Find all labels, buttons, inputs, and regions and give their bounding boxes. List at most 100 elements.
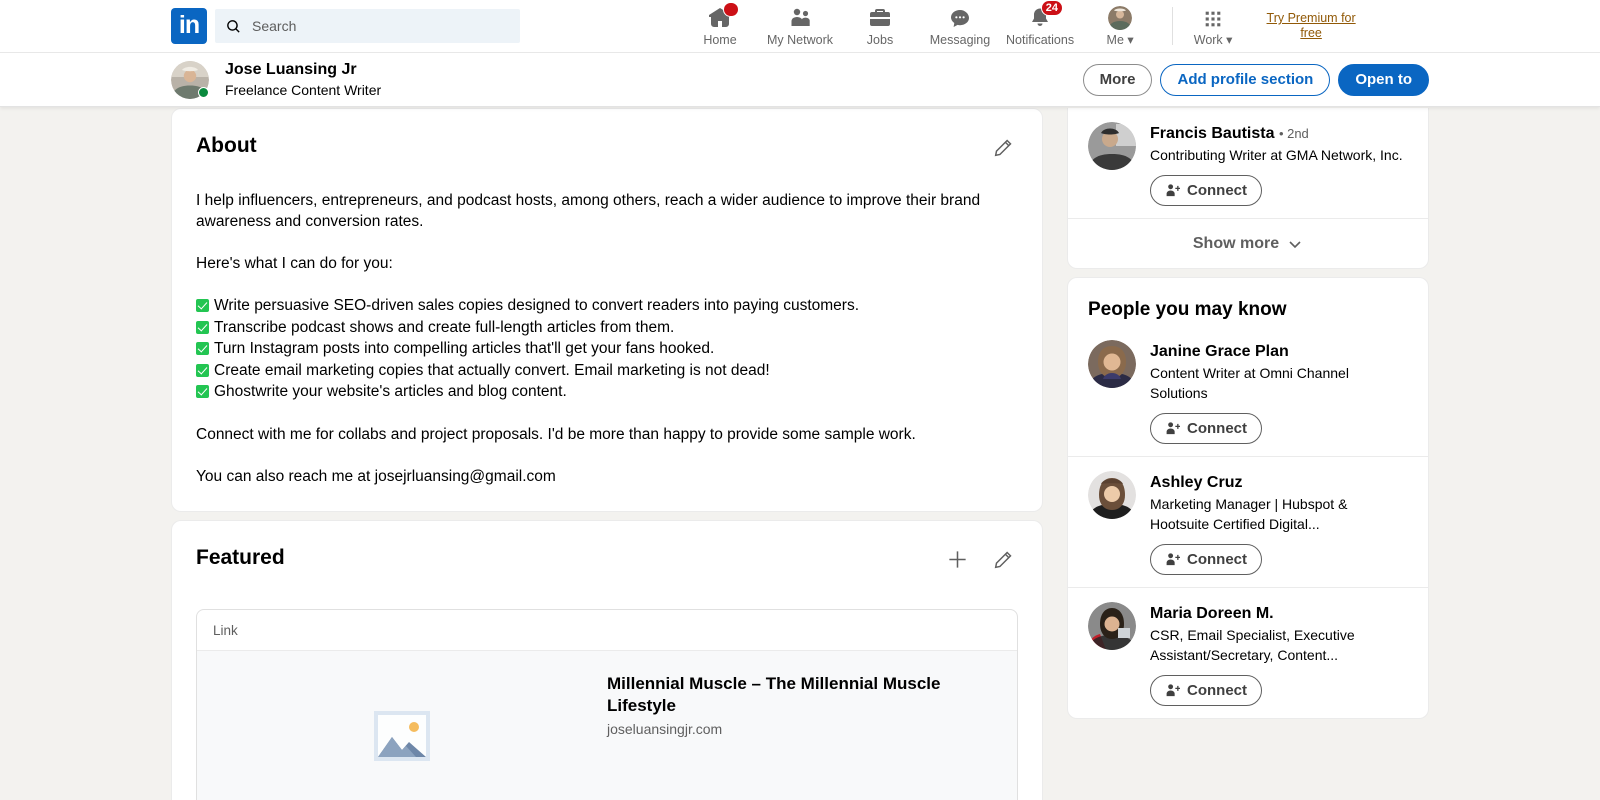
check-mark-icon bbox=[196, 385, 209, 398]
nav-item-me[interactable]: Me ▾ bbox=[1080, 0, 1160, 52]
edit-featured-button[interactable] bbox=[988, 545, 1018, 575]
nav-item-notifications[interactable]: 24 Notifications bbox=[1000, 0, 1080, 52]
about-bullet: Create email marketing copies that actua… bbox=[196, 360, 1018, 382]
profile-headline: Freelance Content Writer bbox=[225, 81, 382, 98]
global-navigation-bar: in Home bbox=[0, 0, 1600, 53]
similar-profiles-card: Francis Bautista • 2nd Contributing Writ… bbox=[1067, 108, 1429, 269]
more-button[interactable]: More bbox=[1082, 63, 1153, 96]
page-content: About I help influencers, entrepreneurs,… bbox=[0, 108, 1600, 800]
about-bullet-text: Create email marketing copies that actua… bbox=[214, 361, 770, 379]
nav-item-my-network[interactable]: My Network bbox=[760, 0, 840, 52]
avatar bbox=[1088, 122, 1136, 170]
nav-item-jobs[interactable]: Jobs bbox=[840, 0, 920, 52]
profile-name: Jose Luansing Jr bbox=[225, 60, 357, 78]
person-name: Ashley Cruz bbox=[1150, 474, 1243, 491]
about-bullet: Turn Instagram posts into compelling art… bbox=[196, 338, 1018, 360]
about-card: About I help influencers, entrepreneurs,… bbox=[171, 108, 1043, 512]
person-headline: Contributing Writer at GMA Network, Inc. bbox=[1150, 147, 1403, 163]
about-title: About bbox=[196, 134, 257, 157]
connect-button[interactable]: Connect bbox=[1150, 175, 1262, 206]
online-status-indicator bbox=[198, 86, 209, 98]
featured-item-url: joseluansingjr.com bbox=[607, 720, 723, 737]
nav-label-work: Work ▾ bbox=[1193, 32, 1233, 47]
search-icon bbox=[225, 18, 242, 35]
connect-label: Connect bbox=[1187, 182, 1247, 199]
open-to-button[interactable]: Open to bbox=[1338, 63, 1429, 96]
featured-title: Featured bbox=[196, 545, 285, 569]
profile-sticky-bar: Jose Luansing Jr Freelance Content Write… bbox=[0, 53, 1600, 107]
nav-item-messaging[interactable]: Messaging bbox=[920, 0, 1000, 52]
check-mark-icon bbox=[196, 299, 209, 312]
connect-label: Connect bbox=[1187, 420, 1247, 437]
person-add-icon bbox=[1165, 421, 1180, 436]
connect-button[interactable]: Connect bbox=[1150, 413, 1262, 444]
nav-items: Home My Network Jobs Messaging 24 Notifi… bbox=[680, 0, 1363, 52]
about-bullet: Ghostwrite your website's articles and b… bbox=[196, 381, 1018, 403]
add-profile-section-button[interactable]: Add profile section bbox=[1160, 63, 1331, 96]
pencil-icon bbox=[992, 137, 1014, 159]
about-paragraph-4: You can also reach me at josejrluansing@… bbox=[196, 467, 556, 485]
messaging-icon bbox=[948, 6, 972, 30]
person-name: Maria Doreen M. bbox=[1150, 605, 1274, 622]
pymk-title: People you may know bbox=[1088, 299, 1287, 320]
list-item[interactable]: Francis Bautista • 2nd Contributing Writ… bbox=[1068, 108, 1428, 218]
grid-icon bbox=[1202, 6, 1224, 30]
list-item[interactable]: Maria Doreen M. CSR, Email Specialist, E… bbox=[1068, 587, 1428, 718]
edit-about-button[interactable] bbox=[988, 133, 1018, 163]
search-box[interactable] bbox=[215, 9, 520, 43]
try-premium-link[interactable]: Try Premium for free bbox=[1259, 11, 1363, 41]
connect-button[interactable]: Connect bbox=[1150, 544, 1262, 575]
nav-label-jobs: Jobs bbox=[866, 32, 894, 47]
people-you-may-know-card: People you may know Janine Grace Plan Co… bbox=[1067, 277, 1429, 719]
sidebar-column: Francis Bautista • 2nd Contributing Writ… bbox=[1067, 108, 1429, 800]
person-headline: Marketing Manager | Hubspot & Hootsuite … bbox=[1150, 496, 1348, 532]
notifications-badge: 24 bbox=[1040, 0, 1064, 16]
linkedin-logo-icon[interactable]: in bbox=[171, 8, 207, 44]
avatar bbox=[1088, 602, 1136, 650]
about-bullet: Transcribe podcast shows and create full… bbox=[196, 317, 1018, 339]
nav-label-messaging: Messaging bbox=[929, 32, 991, 47]
featured-item-thumbnail bbox=[197, 651, 607, 800]
connect-button[interactable]: Connect bbox=[1150, 675, 1262, 706]
list-item[interactable]: Ashley Cruz Marketing Manager | Hubspot … bbox=[1068, 456, 1428, 587]
featured-item-type: Link bbox=[197, 610, 1017, 651]
image-placeholder-icon bbox=[374, 710, 430, 761]
check-mark-icon bbox=[196, 342, 209, 355]
about-paragraph-2: Here's what I can do for you: bbox=[196, 255, 393, 272]
about-bullet-text: Ghostwrite your website's articles and b… bbox=[214, 383, 567, 400]
show-more-button[interactable]: Show more bbox=[1068, 218, 1428, 268]
nav-divider bbox=[1172, 7, 1174, 45]
about-bullet-text: Turn Instagram posts into compelling art… bbox=[214, 340, 715, 357]
profile-avatar-wrapper[interactable] bbox=[171, 60, 209, 99]
chevron-down-icon bbox=[1287, 236, 1303, 252]
plus-icon bbox=[946, 548, 969, 571]
profile-actions: More Add profile section Open to bbox=[1082, 63, 1429, 96]
about-bullet: Write persuasive SEO-driven sales copies… bbox=[196, 295, 1018, 317]
featured-item[interactable]: Link Millennial Muscle – The Millennial … bbox=[196, 608, 1018, 800]
nav-item-work[interactable]: Work ▾ bbox=[1181, 0, 1245, 52]
person-add-icon bbox=[1165, 183, 1180, 198]
home-icon bbox=[708, 1, 739, 30]
about-bullet-text: Write persuasive SEO-driven sales copies… bbox=[214, 297, 859, 314]
avatar bbox=[1088, 340, 1136, 388]
featured-item-title: Millennial Muscle – The Millennial Muscl… bbox=[607, 673, 941, 715]
jobs-icon bbox=[868, 6, 892, 30]
check-mark-icon bbox=[196, 363, 209, 377]
search-input[interactable] bbox=[252, 18, 492, 34]
add-featured-button[interactable] bbox=[942, 545, 972, 575]
nav-label-my-network: My Network bbox=[767, 32, 833, 47]
featured-card: Featured Link Millennial Muscle – The Mi… bbox=[171, 519, 1043, 800]
home-badge bbox=[723, 1, 739, 17]
about-bullet-list: Write persuasive SEO-driven sales copies… bbox=[196, 295, 1018, 403]
person-headline: CSR, Email Specialist, Executive Assista… bbox=[1150, 627, 1355, 663]
person-headline: Content Writer at Omni Channel Solutions bbox=[1150, 365, 1349, 401]
pencil-icon bbox=[992, 549, 1014, 571]
about-body: I help influencers, entrepreneurs, and p… bbox=[196, 190, 1018, 487]
nav-item-home[interactable]: Home bbox=[680, 0, 760, 52]
about-bullet-text: Transcribe podcast shows and create full… bbox=[214, 318, 675, 336]
list-item[interactable]: Janine Grace Plan Content Writer at Omni… bbox=[1068, 326, 1428, 456]
person-name: Janine Grace Plan bbox=[1150, 343, 1289, 360]
nav-label-notifications: Notifications bbox=[1006, 32, 1075, 47]
main-column: About I help influencers, entrepreneurs,… bbox=[171, 108, 1043, 800]
connect-label: Connect bbox=[1187, 551, 1247, 568]
